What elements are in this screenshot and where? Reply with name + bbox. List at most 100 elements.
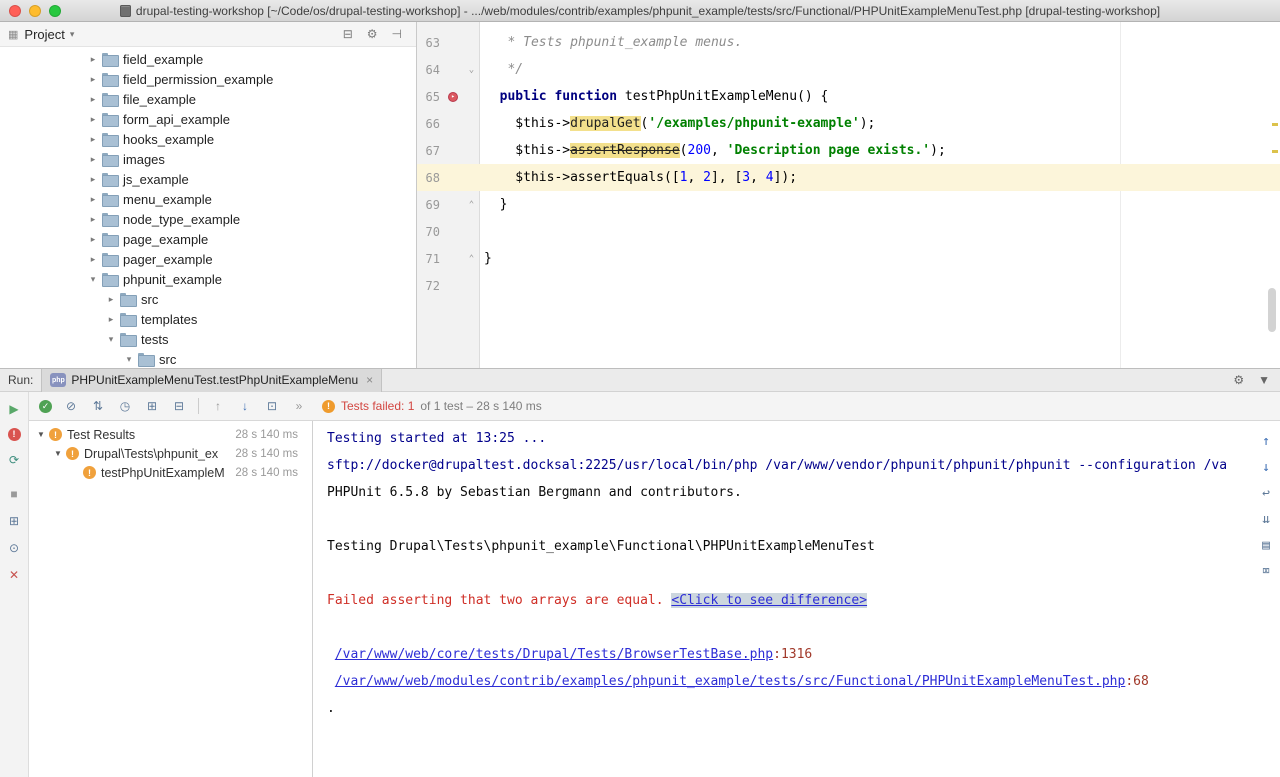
previous-failed-button[interactable]: ↑	[210, 399, 226, 413]
autotest-button[interactable]: ⟳	[6, 452, 22, 468]
console-link[interactable]: /var/www/web/modules/contrib/examples/ph…	[335, 674, 1126, 689]
chevron-down-icon[interactable]: ▾	[122, 354, 136, 365]
fold-up-icon[interactable]: ⌃	[463, 254, 480, 264]
chevron-down-icon[interactable]: ▾	[70, 29, 75, 40]
chevron-right-icon[interactable]: ▸	[86, 54, 100, 65]
expand-all-button[interactable]: ⊞	[144, 399, 160, 413]
project-item-tests[interactable]: ▾tests	[0, 329, 416, 349]
sort-alphabetically-button[interactable]: ⇅	[90, 399, 106, 413]
import-results-button[interactable]: ⊡	[264, 399, 280, 413]
project-item-pager_example[interactable]: ▸pager_example	[0, 249, 416, 269]
chevron-right-icon[interactable]: ▸	[104, 294, 118, 305]
project-panel: ▦ Project ▾ ⊟⚙⊣ ▸field_example▸field_per…	[0, 22, 417, 368]
close-window-button[interactable]	[9, 5, 21, 17]
settings-gear-icon[interactable]: ⚙	[1233, 373, 1244, 387]
project-item-hooks_example[interactable]: ▸ hooks_example	[0, 129, 416, 149]
close-tab-icon[interactable]: ×	[366, 373, 373, 387]
show-ignored-button[interactable]: ⊘	[63, 399, 79, 413]
project-item-field_permission_example[interactable]: ▸field_permission_example	[0, 69, 416, 89]
hide-panel-icon[interactable]: ⊣	[392, 27, 402, 41]
scroll-up-button[interactable]: ↑	[1258, 433, 1274, 449]
more-button[interactable]: »	[291, 399, 307, 413]
project-item-label: hooks_example	[123, 132, 214, 147]
chevron-right-icon[interactable]: ▸	[86, 94, 100, 105]
project-item-form_api_example[interactable]: ▸form_api_example	[0, 109, 416, 129]
test-tree-item[interactable]: !testPhpUnitExampleM28 s 140 ms	[29, 463, 312, 482]
project-item-menu_example[interactable]: ▸menu_example	[0, 189, 416, 209]
clear-console-button[interactable]: ⌧	[1258, 563, 1274, 579]
show-passed-button[interactable]: ✓	[39, 400, 52, 413]
folder-icon	[102, 173, 117, 185]
project-item-images[interactable]: ▸images	[0, 149, 416, 169]
line-number[interactable]: 71	[417, 252, 443, 266]
chevron-down-icon[interactable]: ▾	[86, 274, 100, 285]
scroll-to-end-button[interactable]: ⇊	[1258, 511, 1274, 527]
line-number[interactable]: 69	[417, 198, 443, 212]
hide-panel-icon[interactable]: ▼	[1258, 373, 1270, 387]
collapse-all-button[interactable]: ⊟	[171, 399, 187, 413]
chevron-right-icon[interactable]: ▸	[86, 194, 100, 205]
console-link[interactable]: /var/www/web/core/tests/Drupal/Tests/Bro…	[335, 647, 773, 662]
scroll-down-button[interactable]: ↓	[1258, 459, 1274, 475]
chevron-right-icon[interactable]: ▸	[86, 234, 100, 245]
project-panel-title[interactable]: Project	[24, 27, 64, 42]
editor[interactable]: 63 * Tests phpunit_example menus.64⌄ */6…	[417, 22, 1280, 368]
project-item-file_example[interactable]: ▸file_example	[0, 89, 416, 109]
project-item-templates[interactable]: ▸templates	[0, 309, 416, 329]
pin-button[interactable]: ⊙	[6, 540, 22, 556]
test-tree-item[interactable]: ▼!Drupal\Tests\phpunit_ex28 s 140 ms	[29, 444, 312, 463]
console[interactable]: Testing started at 13:25 ...sftp://docke…	[313, 421, 1280, 777]
run-tab-bar: Run: php PHPUnitExampleMenuTest.testPhpU…	[0, 369, 1280, 392]
chevron-right-icon[interactable]: ▸	[86, 74, 100, 85]
close-button[interactable]: ✕	[6, 567, 22, 583]
sort-by-duration-button[interactable]: ◷	[117, 399, 133, 413]
chevron-down-icon[interactable]: ▼	[33, 430, 49, 439]
chevron-right-icon[interactable]: ▸	[86, 174, 100, 185]
restore-layout-button[interactable]: ⊞	[6, 513, 22, 529]
project-item-field_example[interactable]: ▸field_example	[0, 49, 416, 69]
soft-wrap-button[interactable]: ↩	[1258, 485, 1274, 501]
rerun-failed-button[interactable]: !	[8, 428, 21, 441]
fold-down-icon[interactable]: ⌄	[463, 65, 480, 75]
next-failed-button[interactable]: ↓	[237, 399, 253, 413]
minimize-window-button[interactable]	[29, 5, 41, 17]
chevron-right-icon[interactable]: ▸	[86, 254, 100, 265]
project-item-phpunit_example[interactable]: ▾phpunit_example	[0, 269, 416, 289]
rerun-button[interactable]: ▶	[6, 401, 22, 417]
chevron-down-icon[interactable]: ▼	[50, 449, 66, 458]
chevron-right-icon[interactable]: ▸	[86, 154, 100, 165]
rerun-failed-test-gutter-icon[interactable]: ▸	[443, 92, 463, 102]
editor-scrollbar-thumb[interactable]	[1268, 288, 1276, 332]
project-item-node_type_example[interactable]: ▸node_type_example	[0, 209, 416, 229]
line-number[interactable]: 63	[417, 36, 443, 50]
project-item-src[interactable]: ▾src	[0, 349, 416, 368]
project-item-src[interactable]: ▸src	[0, 289, 416, 309]
chevron-right-icon[interactable]: ▸	[86, 214, 100, 225]
line-number[interactable]: 72	[417, 279, 443, 293]
chevron-right-icon[interactable]: ▸	[104, 314, 118, 325]
project-item-page_example[interactable]: ▸page_example	[0, 229, 416, 249]
chevron-down-icon[interactable]: ▾	[104, 334, 118, 345]
warning-stripe-mark[interactable]	[1272, 123, 1278, 126]
project-item-js_example[interactable]: ▸js_example	[0, 169, 416, 189]
console-link[interactable]: <Click to see difference>	[671, 593, 867, 608]
fold-up-icon[interactable]: ⌃	[463, 200, 480, 210]
folder-icon	[102, 193, 117, 205]
line-number[interactable]: 68	[417, 171, 443, 185]
project-tree: ▸field_example▸field_permission_example▸…	[0, 47, 416, 368]
test-tree-item[interactable]: ▼!Test Results28 s 140 ms	[29, 425, 312, 444]
warning-stripe-mark[interactable]	[1272, 150, 1278, 153]
line-number[interactable]: 65	[417, 90, 443, 104]
line-number[interactable]: 67	[417, 144, 443, 158]
line-number[interactable]: 66	[417, 117, 443, 131]
print-button[interactable]: ▤	[1258, 537, 1274, 553]
chevron-right-icon[interactable]: ▸	[86, 134, 100, 145]
stop-button[interactable]: ■	[6, 486, 22, 502]
line-number[interactable]: 70	[417, 225, 443, 239]
line-number[interactable]: 64	[417, 63, 443, 77]
collapse-all-icon[interactable]: ⊟	[343, 27, 353, 41]
run-configuration-tab[interactable]: php PHPUnitExampleMenuTest.testPhpUnitEx…	[41, 369, 382, 392]
settings-gear-icon[interactable]: ⚙	[367, 27, 378, 41]
chevron-right-icon[interactable]: ▸	[86, 114, 100, 125]
zoom-window-button[interactable]	[49, 5, 61, 17]
